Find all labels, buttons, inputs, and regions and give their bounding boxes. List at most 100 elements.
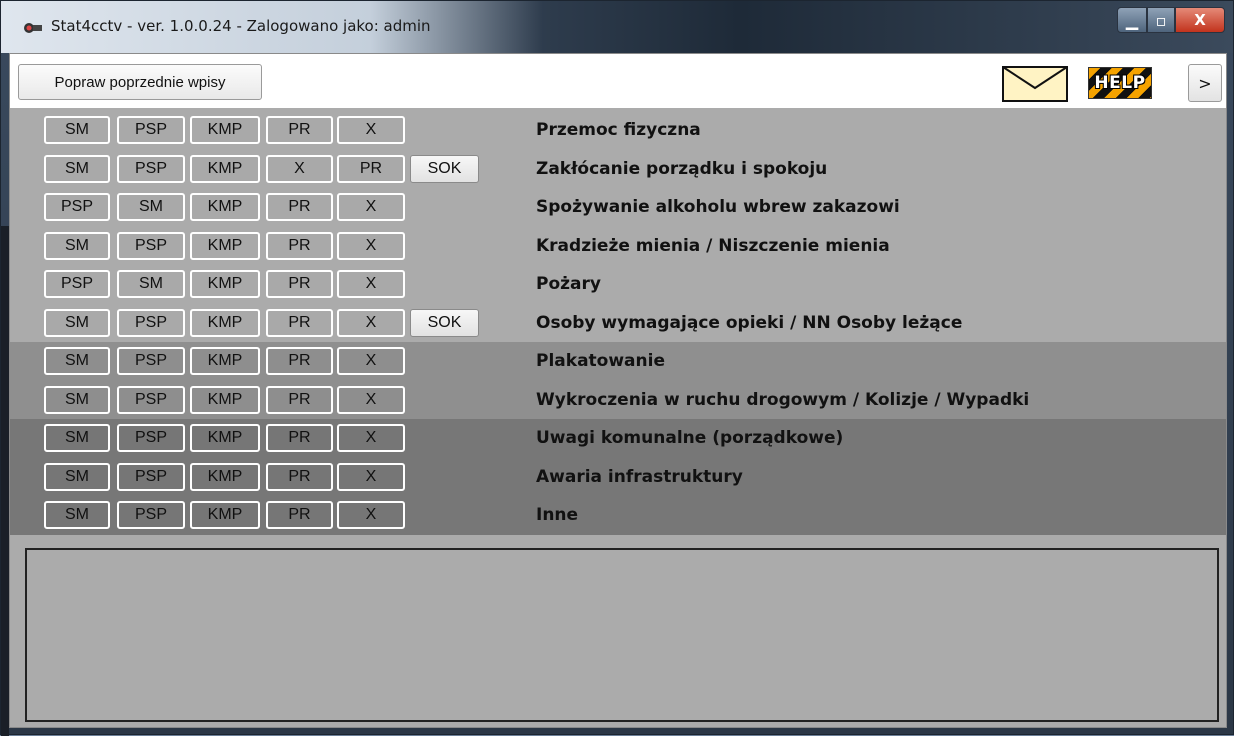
mail-icon[interactable] [1002, 66, 1068, 102]
category-label: Przemoc fizyczna [536, 120, 701, 140]
agency-button-kmp[interactable]: KMP [190, 424, 260, 452]
agency-button-kmp[interactable]: KMP [190, 116, 260, 144]
agency-button-pr[interactable]: PR [266, 501, 333, 529]
agency-button-pr[interactable]: PR [266, 462, 333, 491]
category-label: Zakłócanie porządku i spokoju [536, 158, 828, 179]
toolbar: Popraw poprzednie wpisy HELP > [10, 54, 1226, 108]
category-row: SM PSP KMP PR X SOK Osoby wymagające opi… [10, 303, 1226, 342]
category-row: SM PSP KMP PR X Uwagi komunalne (porządk… [10, 419, 1226, 458]
category-label: Awaria infrastruktury [536, 466, 743, 487]
agency-button-x[interactable]: X [337, 501, 405, 529]
category-row: SM PSP KMP PR X Inne [10, 496, 1226, 535]
agency-button-sm[interactable]: SM [44, 116, 110, 144]
category-label: Kradzieże mienia / Niszczenie mienia [536, 235, 890, 256]
agency-button-pr[interactable]: PR [266, 270, 333, 298]
category-label: Spożywanie alkoholu wbrew zakazowi [536, 197, 900, 217]
agency-button-pr[interactable]: PR [266, 308, 333, 337]
agency-button-pr[interactable]: PR [266, 116, 333, 144]
category-row: SM PSP KMP PR X Przemoc fizyczna [10, 111, 1226, 150]
agency-button-sm[interactable]: SM [44, 424, 110, 452]
agency-button-sok[interactable]: SOK [410, 154, 479, 183]
camera-icon [24, 23, 42, 33]
agency-button-x[interactable]: X [337, 270, 405, 298]
agency-button-x[interactable]: X [337, 462, 405, 491]
agency-button-x[interactable]: X [337, 308, 405, 337]
agency-button-sm[interactable]: SM [44, 308, 110, 337]
agency-button-pr[interactable]: PR [337, 154, 405, 183]
category-label: Inne [536, 505, 579, 525]
close-button[interactable]: X [1175, 7, 1225, 33]
client-area: Popraw poprzednie wpisy HELP > SM PSP KM… [9, 53, 1227, 728]
agency-button-sm[interactable]: SM [44, 231, 110, 260]
minimize-icon: ▁ [1125, 10, 1139, 30]
agency-button-pr[interactable]: PR [266, 193, 333, 221]
category-label: Pożary [536, 274, 601, 294]
agency-button-sm[interactable]: SM [44, 501, 110, 529]
agency-button-psp[interactable]: PSP [44, 193, 110, 221]
category-label: Wykroczenia w ruchu drogowym / Kolizje /… [536, 389, 1030, 410]
agency-button-psp[interactable]: PSP [117, 116, 185, 144]
agency-button-x[interactable]: X [337, 116, 405, 144]
agency-button-sm[interactable]: SM [117, 193, 185, 221]
agency-button-x[interactable]: X [337, 347, 405, 375]
agency-button-kmp[interactable]: KMP [190, 154, 260, 183]
agency-button-sm[interactable]: SM [44, 462, 110, 491]
window-controls: ▁ ▫ X [1117, 7, 1225, 33]
agency-button-psp[interactable]: PSP [117, 347, 185, 375]
category-row: SM PSP KMP X PR SOK Zakłócanie porządku … [10, 149, 1226, 188]
agency-button-pr[interactable]: PR [266, 385, 333, 414]
agency-button-kmp[interactable]: KMP [190, 231, 260, 260]
agency-button-x[interactable]: X [337, 385, 405, 414]
help-icon[interactable]: HELP [1088, 67, 1152, 99]
app-window: Stat4cctv - ver. 1.0.0.24 - Zalogowano j… [0, 0, 1234, 736]
agency-button-kmp[interactable]: KMP [190, 501, 260, 529]
agency-button-psp[interactable]: PSP [117, 462, 185, 491]
agency-button-x[interactable]: X [337, 424, 405, 452]
agency-button-x[interactable]: X [337, 231, 405, 260]
agency-button-sm[interactable]: SM [44, 347, 110, 375]
notes-textarea[interactable] [25, 548, 1219, 722]
agency-button-psp[interactable]: PSP [117, 424, 185, 452]
agency-button-sm[interactable]: SM [44, 154, 110, 183]
agency-button-psp[interactable]: PSP [117, 385, 185, 414]
agency-button-psp[interactable]: PSP [117, 231, 185, 260]
agency-button-psp[interactable]: PSP [44, 270, 110, 298]
category-label: Uwagi komunalne (porządkowe) [536, 428, 844, 448]
close-icon: X [1194, 11, 1206, 29]
agency-button-psp[interactable]: PSP [117, 154, 185, 183]
title-bar[interactable]: Stat4cctv - ver. 1.0.0.24 - Zalogowano j… [1, 1, 1233, 53]
window-title: Stat4cctv - ver. 1.0.0.24 - Zalogowano j… [51, 17, 431, 35]
agency-button-kmp[interactable]: KMP [190, 308, 260, 337]
category-label: Osoby wymagające opieki / NN Osoby leżąc… [536, 312, 963, 333]
next-button[interactable]: > [1188, 64, 1222, 102]
agency-button-sm[interactable]: SM [117, 270, 185, 298]
agency-button-x[interactable]: X [266, 154, 333, 183]
prev-entries-button[interactable]: Popraw poprzednie wpisy [18, 64, 262, 100]
agency-button-sm[interactable]: SM [44, 385, 110, 414]
agency-button-pr[interactable]: PR [266, 424, 333, 452]
agency-button-kmp[interactable]: KMP [190, 462, 260, 491]
agency-button-kmp[interactable]: KMP [190, 347, 260, 375]
window-left-edge [1, 226, 9, 736]
minimize-button[interactable]: ▁ [1117, 7, 1147, 33]
agency-button-pr[interactable]: PR [266, 347, 333, 375]
category-label: Plakatowanie [536, 351, 665, 371]
category-list: SM PSP KMP PR X Przemoc fizyczna SM PSP … [10, 111, 1226, 535]
agency-button-sok[interactable]: SOK [410, 308, 479, 337]
category-row: SM PSP KMP PR X Wykroczenia w ruchu drog… [10, 380, 1226, 419]
agency-button-kmp[interactable]: KMP [190, 385, 260, 414]
agency-button-kmp[interactable]: KMP [190, 270, 260, 298]
agency-button-pr[interactable]: PR [266, 231, 333, 260]
category-row: SM PSP KMP PR X Plakatowanie [10, 342, 1226, 381]
agency-button-psp[interactable]: PSP [117, 501, 185, 529]
maximize-button[interactable]: ▫ [1147, 7, 1175, 33]
category-row: SM PSP KMP PR X Kradzieże mienia / Niszc… [10, 226, 1226, 265]
category-row: PSP SM KMP PR X Spożywanie alkoholu wbre… [10, 188, 1226, 227]
help-label: HELP [1094, 73, 1146, 93]
maximize-icon: ▫ [1155, 10, 1167, 30]
agency-button-psp[interactable]: PSP [117, 308, 185, 337]
agency-button-kmp[interactable]: KMP [190, 193, 260, 221]
category-row: PSP SM KMP PR X Pożary [10, 265, 1226, 304]
agency-button-x[interactable]: X [337, 193, 405, 221]
category-row: SM PSP KMP PR X Awaria infrastruktury [10, 457, 1226, 496]
